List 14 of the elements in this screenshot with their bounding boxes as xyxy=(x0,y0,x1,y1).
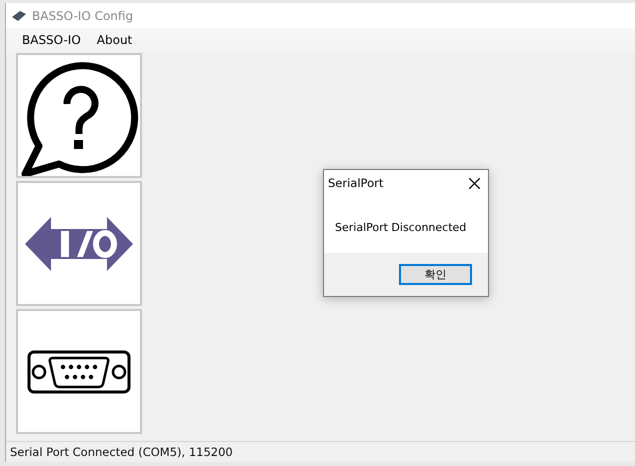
menu-item[interactable]: About xyxy=(88,33,140,47)
dialog-message: SerialPort Disconnected xyxy=(335,221,466,234)
tile-button[interactable] xyxy=(16,53,142,178)
ok-button[interactable]: 확인 xyxy=(399,264,472,285)
menu-item[interactable]: BASSO-IO xyxy=(14,33,89,47)
dialog-title: SerialPort xyxy=(328,176,384,190)
close-icon[interactable] xyxy=(469,178,480,188)
status-text: Serial Port Connected (COM5), 115200 xyxy=(10,445,233,459)
window-title: BASSO-IO Config xyxy=(32,8,134,22)
app-icon xyxy=(12,10,26,20)
io-arrows-icon xyxy=(25,216,133,270)
serial-connector-icon xyxy=(27,350,131,394)
tile-button[interactable] xyxy=(16,181,142,306)
tile-button[interactable] xyxy=(16,309,142,434)
